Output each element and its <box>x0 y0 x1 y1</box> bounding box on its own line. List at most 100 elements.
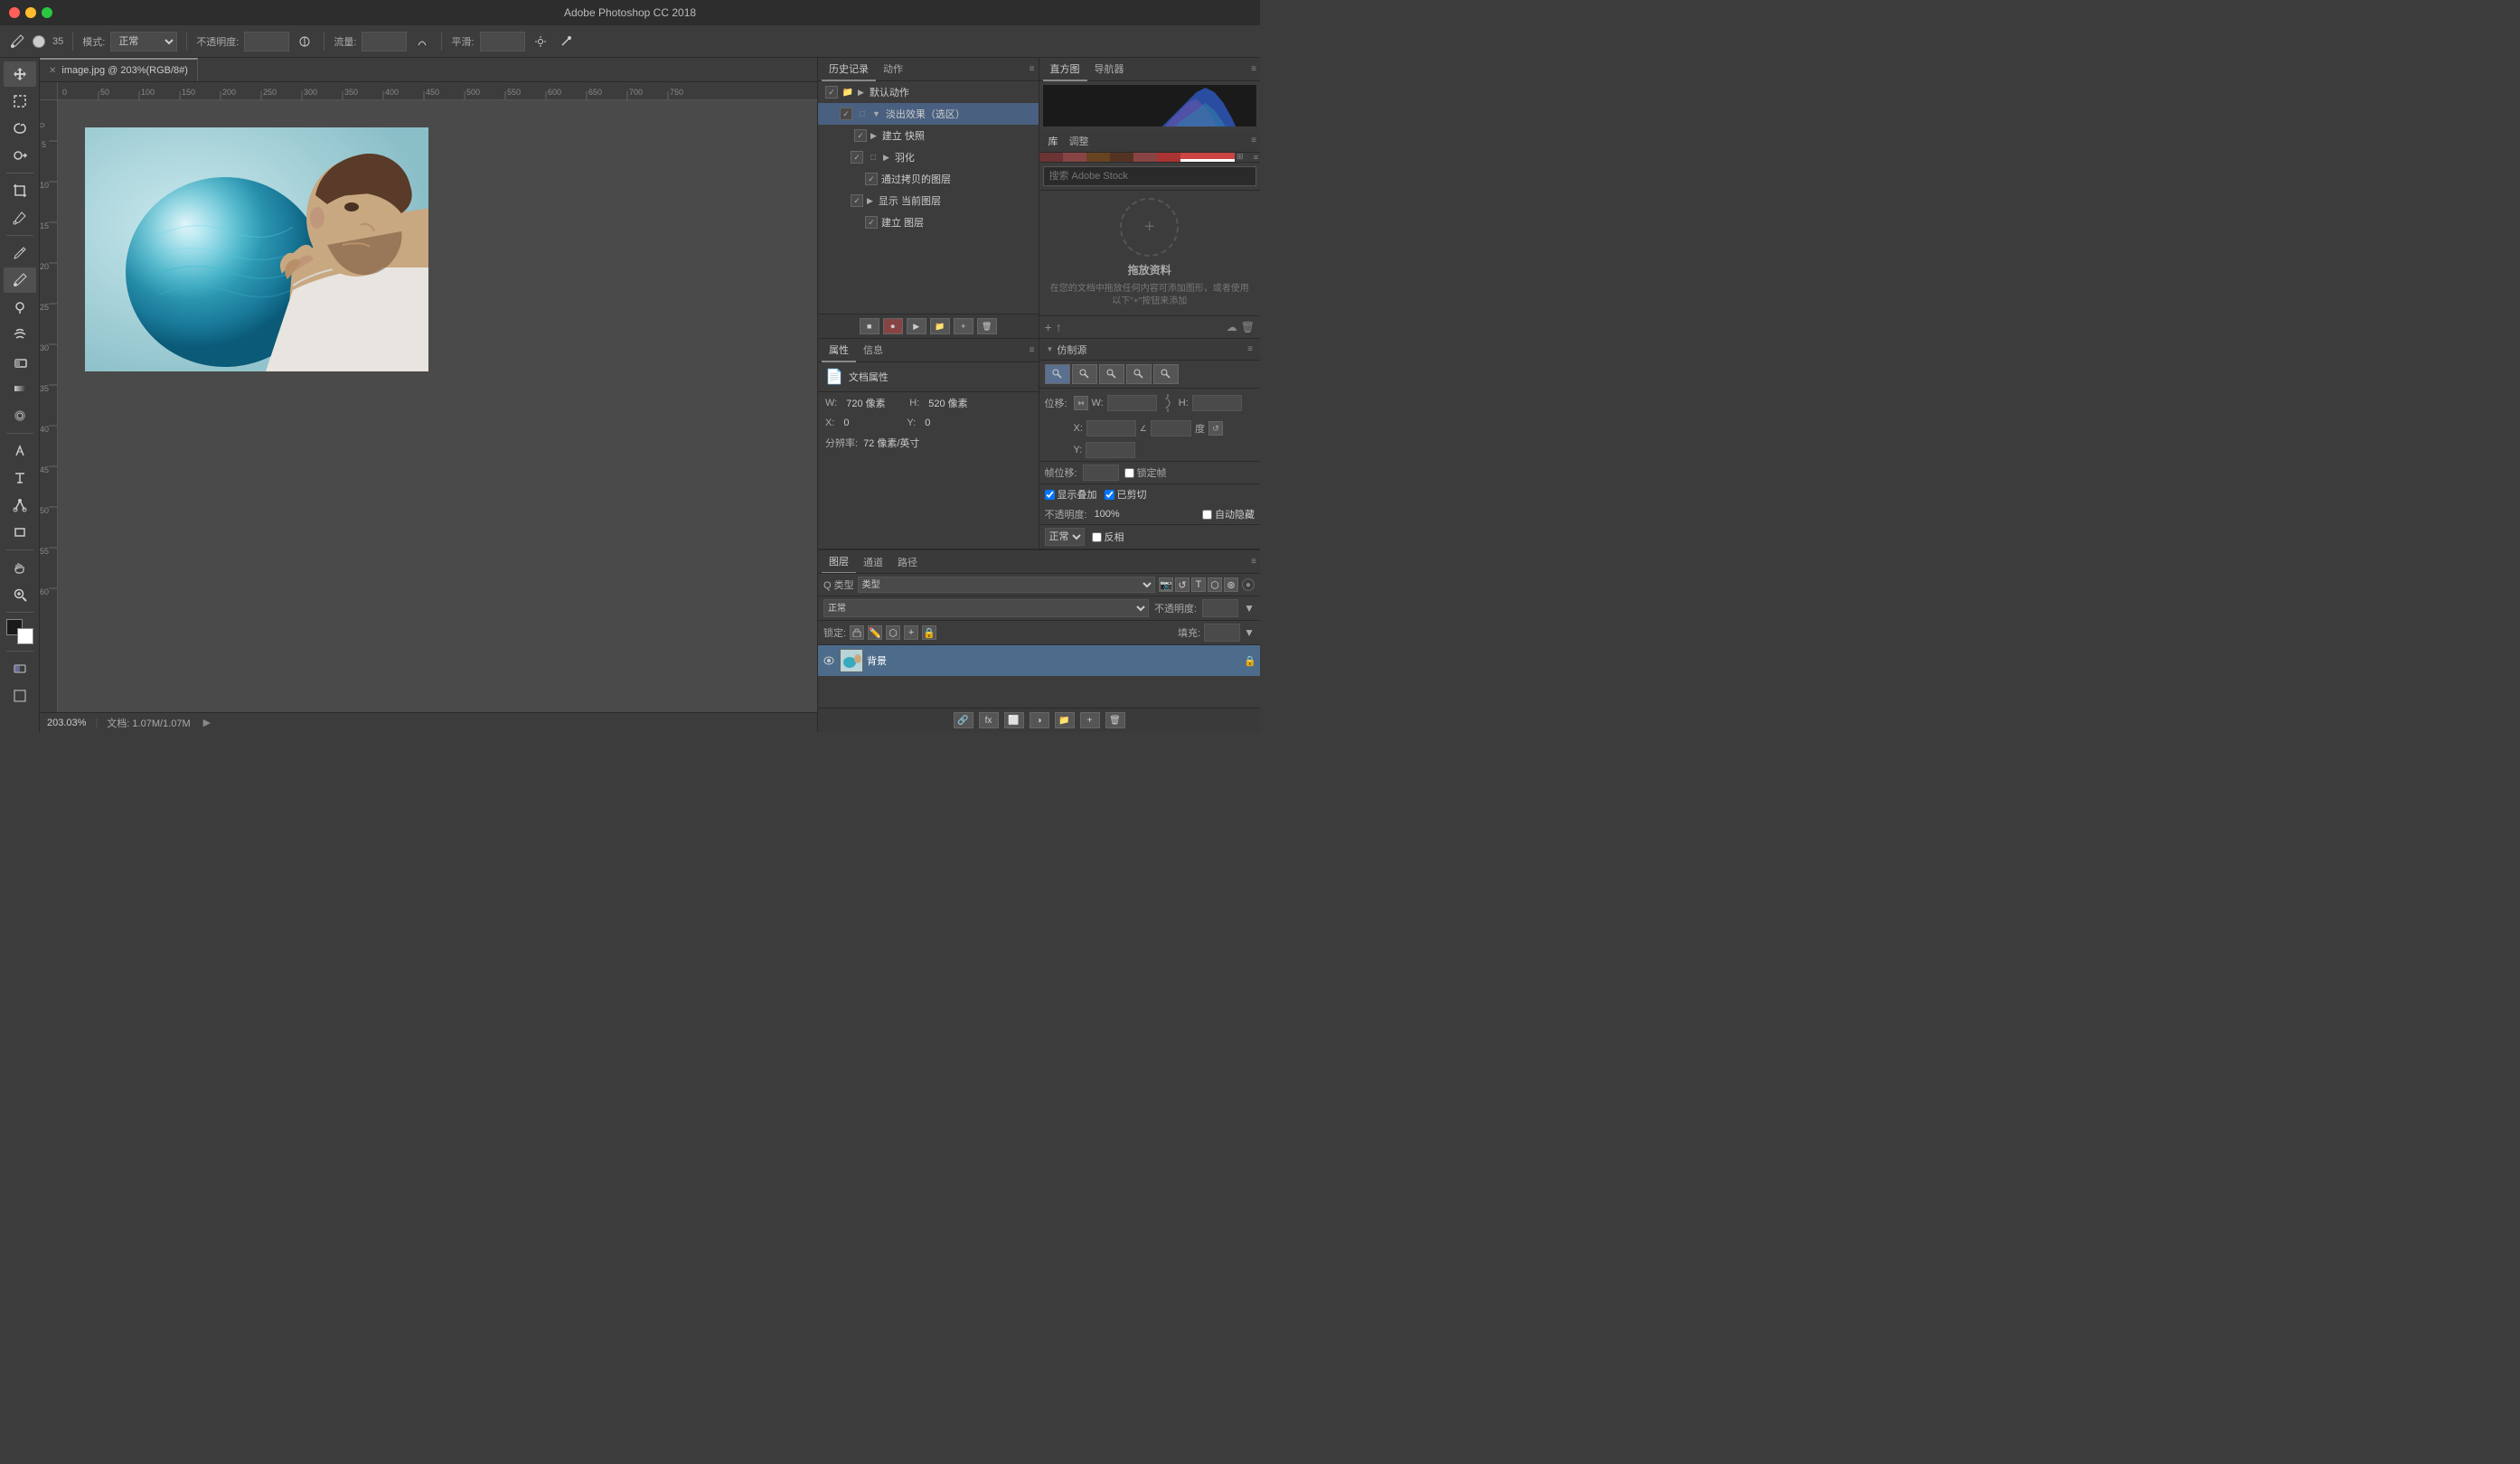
layer-type-select[interactable]: 类型 <box>858 577 1155 593</box>
clone-src-5[interactable] <box>1153 364 1179 384</box>
canvas-viewport[interactable] <box>58 100 817 712</box>
clone-src-3[interactable] <box>1099 364 1124 384</box>
clone-x-input[interactable]: 0 像素 <box>1086 420 1136 436</box>
angle-input[interactable]: 0.0 <box>1151 420 1191 436</box>
stop-button[interactable]: ■ <box>860 318 879 334</box>
show-overlay-checkbox[interactable] <box>1045 490 1055 500</box>
text-tool[interactable] <box>4 465 36 491</box>
action-checkbox-6[interactable]: ✓ <box>865 216 878 229</box>
eyedropper-tool[interactable] <box>4 205 36 230</box>
brush-tool[interactable] <box>4 267 36 293</box>
clipped-checkbox[interactable] <box>1105 490 1114 500</box>
filter-icon-5[interactable]: ⊛ <box>1224 577 1238 592</box>
tab-history[interactable]: 历史记录 <box>822 58 876 81</box>
clone-h-input[interactable]: 100.0% <box>1192 395 1242 411</box>
trash-icon[interactable]: 🗑 <box>1241 321 1255 333</box>
shape-tool[interactable] <box>4 520 36 545</box>
lock-frame-checkbox[interactable] <box>1124 468 1134 478</box>
clone-src-2[interactable] <box>1072 364 1097 384</box>
layer-opacity-input[interactable]: 100% <box>1202 599 1238 617</box>
action-folder-button[interactable]: 📁 <box>930 318 950 334</box>
gradient-tool[interactable] <box>4 376 36 401</box>
swatch-5[interactable] <box>1133 153 1157 162</box>
opacity-arrow[interactable]: ▼ <box>1244 602 1255 615</box>
action-item-default[interactable]: ✓ 📁 ▶ 默认动作 <box>818 81 1039 103</box>
reset-angle-button[interactable]: ↺ <box>1208 421 1223 436</box>
history-menu-icon[interactable]: ≡ <box>1030 64 1035 74</box>
pen-tool[interactable] <box>4 438 36 464</box>
lock-image-btn[interactable]: ✏️ <box>868 625 882 640</box>
background-color[interactable] <box>17 628 33 644</box>
swatch-4[interactable] <box>1110 153 1133 162</box>
new-action-button[interactable]: + <box>954 318 973 334</box>
new-fill-btn[interactable]: ◑ <box>1030 712 1049 728</box>
quick-select-tool[interactable] <box>4 143 36 168</box>
clone-panel-header[interactable]: ▼ 仿制源 ≡ <box>1039 339 1261 361</box>
fill-input[interactable]: 100% <box>1204 624 1240 642</box>
mode-select[interactable]: 正常 溶解 正片叠底 <box>110 32 177 52</box>
tab-properties[interactable]: 属性 <box>822 339 856 362</box>
clone-src-1[interactable] <box>1045 364 1070 384</box>
new-group-btn[interactable]: 📁 <box>1055 712 1075 728</box>
path-selection-tool[interactable] <box>4 493 36 518</box>
swatch-6[interactable] <box>1157 153 1180 162</box>
adobe-stock-search[interactable] <box>1043 166 1257 186</box>
action-item-show-layer[interactable]: ✓ ▶ 显示 当前图层 <box>818 190 1039 211</box>
screen-mode[interactable] <box>4 683 36 709</box>
tab-channels[interactable]: 通道 <box>856 551 890 573</box>
tab-info[interactable]: 信息 <box>856 339 890 362</box>
smooth-input[interactable]: 10% <box>480 32 525 52</box>
flow-toggle-icon[interactable] <box>412 32 432 52</box>
action-checkbox-4[interactable]: ✓ <box>865 173 878 185</box>
lock-artboard-btn[interactable]: ⬡ <box>886 625 900 640</box>
blur-tool[interactable] <box>4 403 36 428</box>
action-item-fade[interactable]: ✓ □ ▼ 淡出效果（选区） <box>818 103 1039 125</box>
play-button[interactable]: ▶ <box>907 318 926 334</box>
move-tool[interactable] <box>4 61 36 87</box>
hand-tool[interactable] <box>4 555 36 580</box>
filter-icon-2[interactable]: ↺ <box>1175 577 1189 592</box>
layer-visibility-bg[interactable] <box>822 653 836 668</box>
flow-input[interactable]: 100% <box>362 32 407 52</box>
fill-arrow[interactable]: ▼ <box>1244 626 1255 639</box>
new-layer-btn[interactable]: + <box>1080 712 1100 728</box>
close-button[interactable] <box>9 7 20 18</box>
quick-mask-mode[interactable] <box>4 656 36 681</box>
maximize-button[interactable] <box>42 7 52 18</box>
swatch-2[interactable] <box>1063 153 1086 162</box>
lock-transparent-btn[interactable] <box>850 625 864 640</box>
swatch-active[interactable] <box>1180 153 1235 162</box>
clone-y-input[interactable]: 0 像素 <box>1086 442 1135 458</box>
swatch-1[interactable] <box>1039 153 1063 162</box>
blend-mode-select[interactable]: 正常 <box>1045 528 1085 546</box>
add-mask-btn[interactable]: ⬜ <box>1004 712 1024 728</box>
swatch-view-icons[interactable]: ⊞ ≡ <box>1235 153 1260 162</box>
lasso-tool[interactable] <box>4 116 36 141</box>
frame-input[interactable]: 0 <box>1083 465 1119 481</box>
swatch-3[interactable] <box>1086 153 1110 162</box>
more-status-icon[interactable]: ▶ <box>203 717 211 728</box>
link-layers-btn[interactable]: 🔗 <box>954 712 973 728</box>
traffic-lights[interactable] <box>9 7 52 18</box>
add-library-icon[interactable]: + <box>1045 320 1052 334</box>
brush-tool-icon[interactable] <box>7 32 27 52</box>
filter-icon-1[interactable]: 📷 <box>1159 577 1173 592</box>
invert-checkbox[interactable] <box>1092 532 1102 542</box>
pen-pressure-icon[interactable] <box>556 32 576 52</box>
zoom-tool[interactable] <box>4 582 36 607</box>
tab-adjustments[interactable]: 调整 <box>1064 130 1095 152</box>
layers-menu-icon[interactable]: ≡ <box>1251 557 1256 567</box>
marquee-tool[interactable] <box>4 89 36 114</box>
add-style-btn[interactable]: fx <box>979 712 999 728</box>
layer-row-bg[interactable]: 背景 🔒 <box>818 645 1260 676</box>
action-checkbox-5[interactable]: ✓ <box>851 194 863 207</box>
lock-all-btn[interactable]: 🔒 <box>922 625 936 640</box>
doc-close-icon[interactable]: ✕ <box>49 66 56 76</box>
crop-tool[interactable] <box>4 178 36 203</box>
delete-action-button[interactable]: 🗑 <box>977 318 997 334</box>
filter-icon-4[interactable]: ⬡ <box>1208 577 1222 592</box>
color-swatches[interactable] <box>6 619 33 644</box>
lock-position-btn[interactable]: + <box>904 625 918 640</box>
document-tab[interactable]: ✕ image.jpg @ 203%(RGB/8#) <box>40 58 198 81</box>
clone-w-input[interactable]: 100.0% <box>1107 395 1157 411</box>
